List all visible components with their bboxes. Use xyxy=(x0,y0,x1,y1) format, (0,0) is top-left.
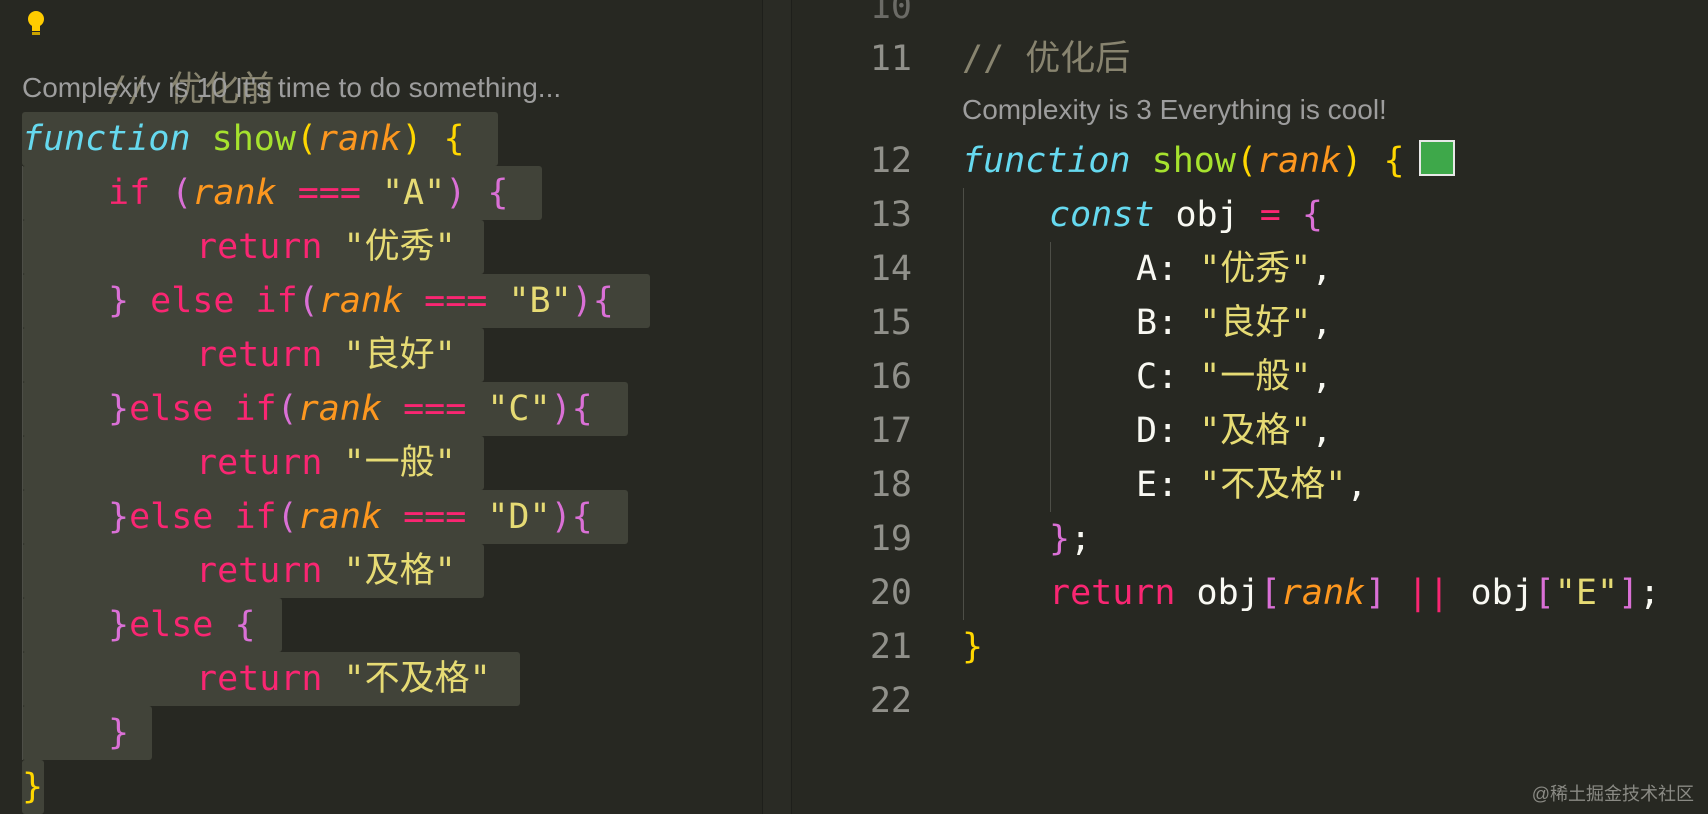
line-number: 11 xyxy=(869,39,912,79)
color-swatch[interactable] xyxy=(1418,140,1455,176)
complexity-codelens[interactable]: Complexity is 3 Everything is cool! xyxy=(962,90,1387,130)
comment-line: // 优化后 xyxy=(962,32,1130,86)
comment-text: // 优化后 xyxy=(962,39,1131,79)
code-line[interactable]: } xyxy=(108,706,129,760)
line-number: 13 xyxy=(869,195,912,235)
object-entry[interactable]: D: "及格", xyxy=(1136,404,1332,458)
code-line[interactable]: } xyxy=(962,620,983,674)
code-line[interactable]: return "一般" xyxy=(196,436,456,490)
code-line[interactable]: return "优秀" xyxy=(196,220,456,274)
object-entry[interactable]: B: "良好", xyxy=(1136,296,1332,350)
code-line[interactable]: } xyxy=(22,760,43,814)
line-number: 20 xyxy=(869,573,912,613)
indent-guide xyxy=(22,166,23,760)
code-line[interactable]: }; xyxy=(1049,512,1091,566)
line-number: 10 xyxy=(869,0,912,27)
complexity-codelens[interactable]: Complexity is 10 It's time to do somethi… xyxy=(22,68,561,108)
line-number: 18 xyxy=(869,465,912,505)
code-line[interactable]: if (rank === "A") { xyxy=(108,166,508,220)
code-line[interactable]: } else if(rank === "B"){ xyxy=(108,274,614,328)
line-number: 21 xyxy=(869,627,912,667)
code-line[interactable]: }else if(rank === "D"){ xyxy=(108,490,593,544)
indent-guide xyxy=(963,188,964,620)
code-line[interactable]: }else if(rank === "C"){ xyxy=(108,382,593,436)
code-line[interactable]: return "良好" xyxy=(196,328,456,382)
line-number: 12 xyxy=(869,141,912,181)
line-number: 17 xyxy=(869,411,912,451)
line-number: 19 xyxy=(869,519,912,559)
comment-line: // 优化前 xyxy=(22,9,274,110)
object-entry[interactable]: A: "优秀", xyxy=(1136,242,1332,296)
editor-right-pane[interactable]: 10 11 12 13 14 15 16 17 18 19 20 21 22 /… xyxy=(792,0,1708,814)
pane-divider[interactable] xyxy=(762,0,792,814)
code-line[interactable]: return obj[rank] || obj["E"]; xyxy=(1049,566,1660,620)
code-line[interactable]: }else { xyxy=(108,598,256,652)
line-number: 16 xyxy=(869,357,912,397)
code-line[interactable]: function show(rank) { xyxy=(22,112,465,166)
object-entry[interactable]: C: "一般", xyxy=(1136,350,1332,404)
line-number: 22 xyxy=(869,681,912,721)
line-number: 14 xyxy=(869,249,912,289)
code-line[interactable]: return "及格" xyxy=(196,544,456,598)
indent-guide xyxy=(1050,242,1051,512)
code-highlight xyxy=(22,706,152,760)
editor-left-pane[interactable]: // 优化前 Complexity is 10 It's time to do … xyxy=(0,0,762,814)
object-entry[interactable]: E: "不及格", xyxy=(1136,458,1367,512)
watermark: @稀土掘金技术社区 xyxy=(1531,784,1694,804)
code-line[interactable]: function show(rank) { xyxy=(962,134,1455,188)
code-line[interactable]: return "不及格" xyxy=(196,652,491,706)
code-line[interactable]: const obj = { xyxy=(1049,188,1323,242)
line-number: 15 xyxy=(869,303,912,343)
